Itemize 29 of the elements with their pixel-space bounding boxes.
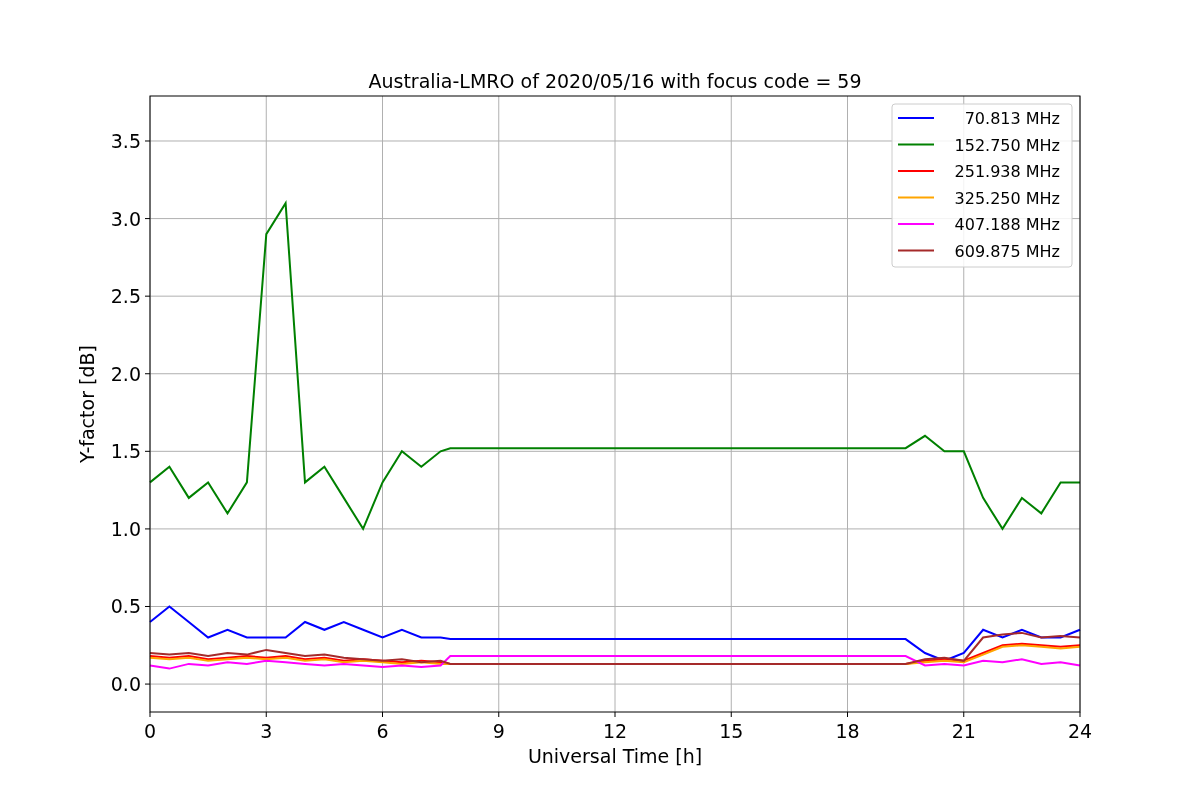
legend-swatch xyxy=(897,143,935,146)
legend-label: 70.813 MHz xyxy=(964,109,1060,128)
x-tick-label: 0 xyxy=(143,720,157,742)
y-tick-label: 1.0 xyxy=(110,517,141,540)
y-tick-label: 0.0 xyxy=(110,673,141,696)
legend-label: 407.188 MHz xyxy=(954,215,1060,234)
legend-swatch xyxy=(897,249,935,252)
y-tick-label: 1.5 xyxy=(110,440,141,463)
y-tick-label: 2.0 xyxy=(110,362,141,385)
y-tick-label: 3.5 xyxy=(110,130,141,152)
x-tick-label: 24 xyxy=(1067,720,1093,742)
x-tick-label: 21 xyxy=(951,720,976,742)
x-tick-label: 12 xyxy=(602,720,628,742)
y-axis-label: Y-factor [dB] xyxy=(76,345,98,463)
x-tick-label: 18 xyxy=(835,720,860,742)
x-axis-label: Universal Time [h] xyxy=(527,745,703,767)
y-tick-label: 3.0 xyxy=(110,207,141,230)
legend-swatch xyxy=(897,196,935,199)
legend-label: 609.875 MHz xyxy=(954,241,1060,261)
x-tick-label: 9 xyxy=(492,720,505,742)
y-tick-label: 0.5 xyxy=(110,595,141,618)
legend-label: 152.750 MHz xyxy=(954,135,1060,155)
x-tick-label: 15 xyxy=(719,720,744,742)
legend-label: 325.250 MHz xyxy=(954,188,1060,208)
chart-title: Australia-LMRO of 2020/05/16 with focus code = 59 xyxy=(368,70,862,92)
x-tick-label: 3 xyxy=(260,720,273,742)
x-tick-label: 6 xyxy=(376,720,389,742)
y-tick-label: 2.5 xyxy=(110,285,141,308)
legend-label: 251.938 MHz xyxy=(954,162,1060,181)
